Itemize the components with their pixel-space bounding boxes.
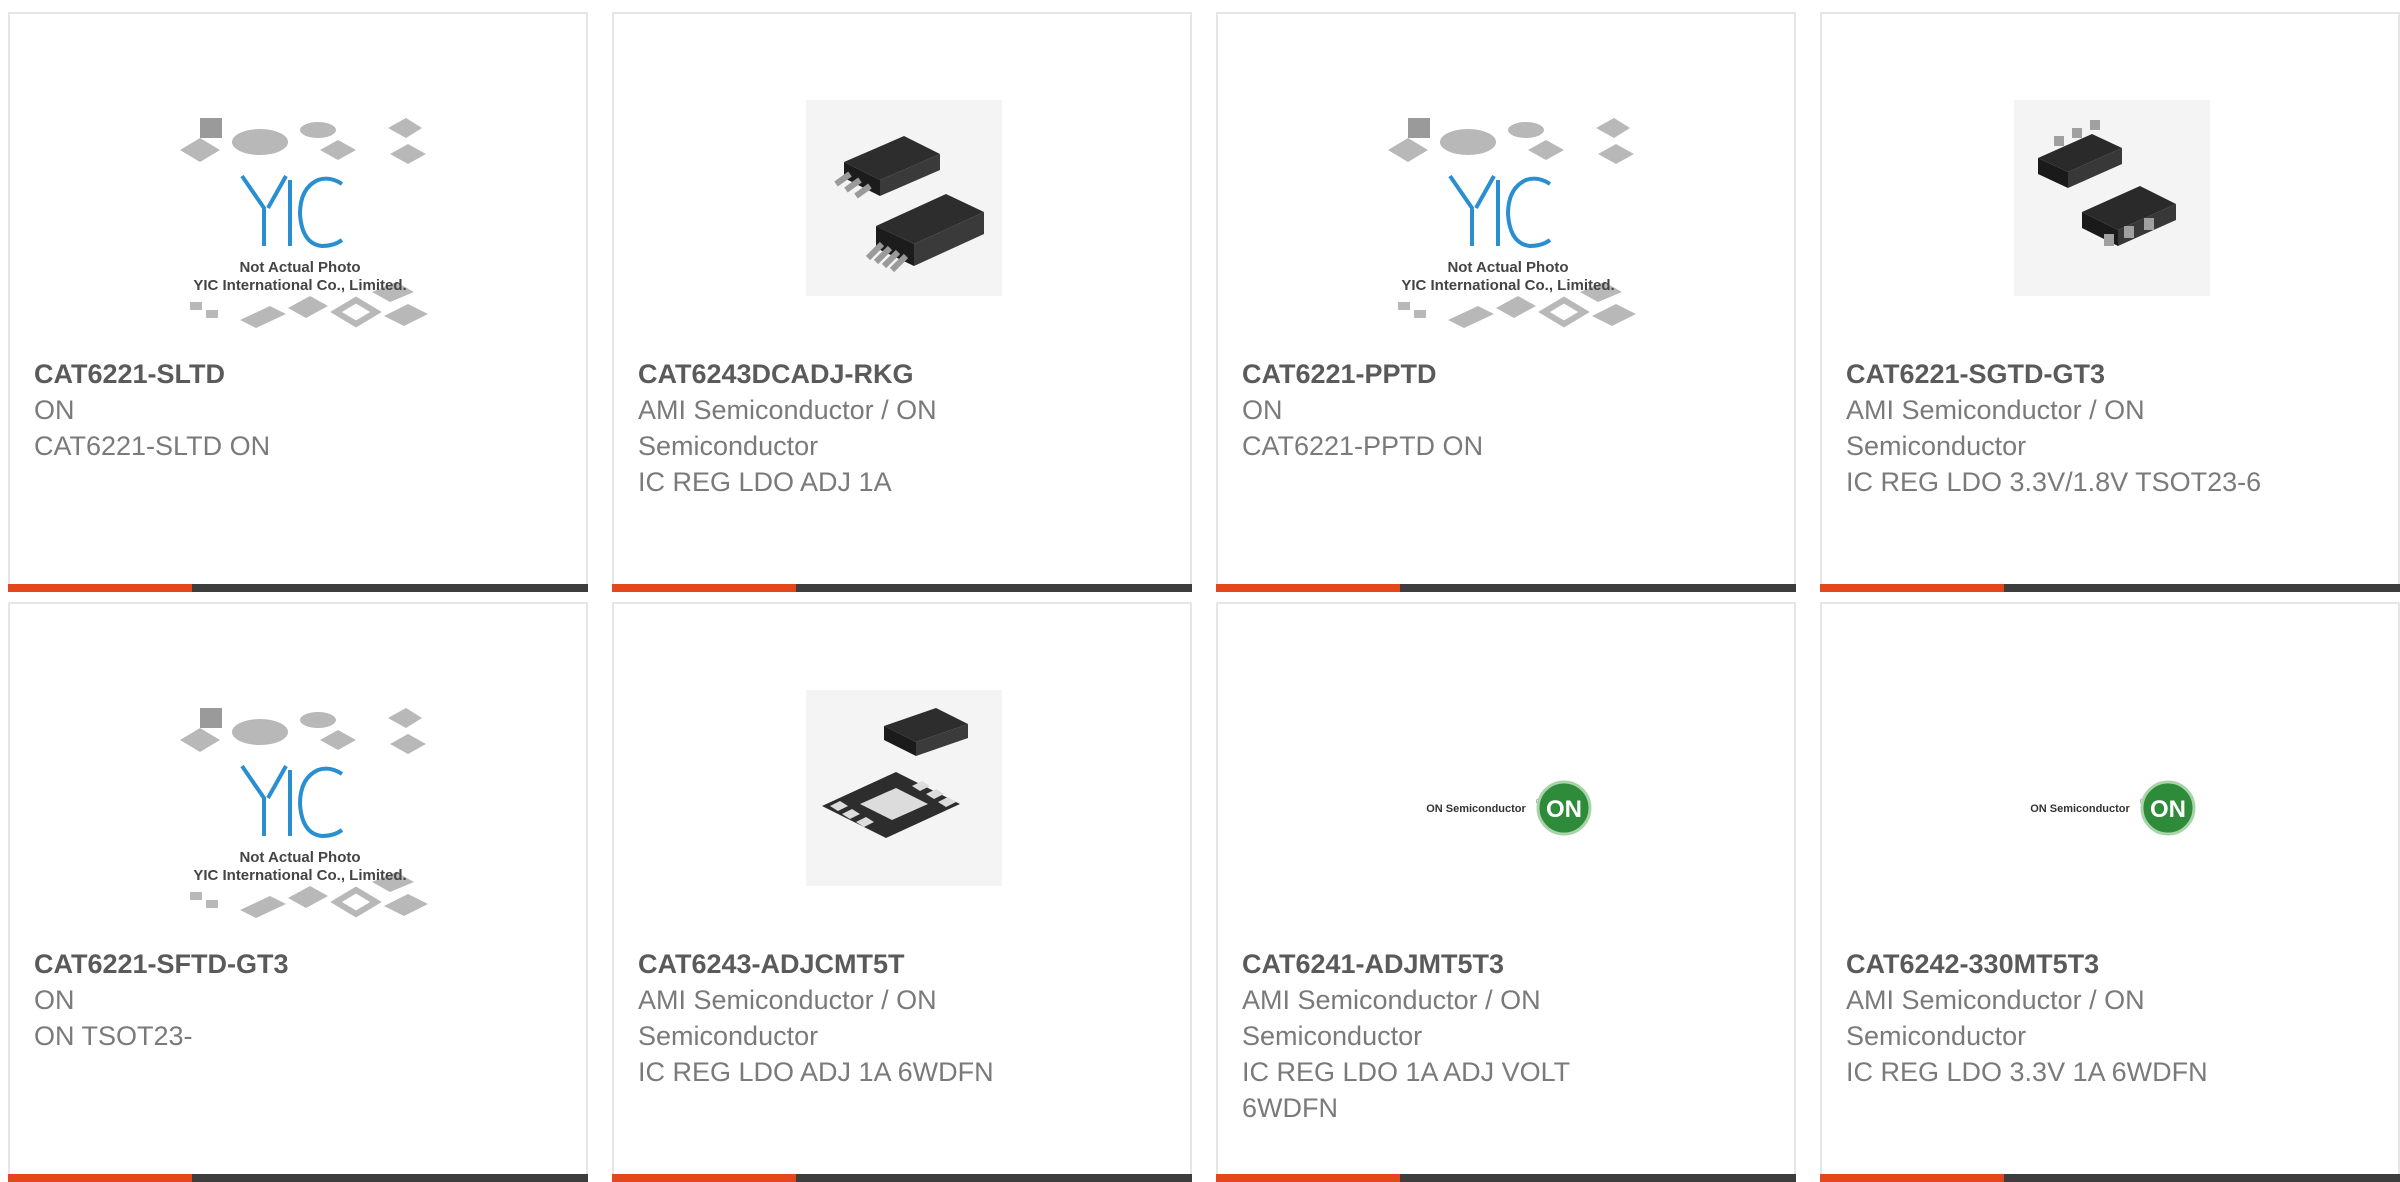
card-underline-accent [612, 1174, 796, 1182]
card-underline-accent [1216, 1174, 1400, 1182]
product-card[interactable]: Not Actual Photo YIC International Co., … [8, 602, 588, 1182]
svg-text:Not Actual Photo: Not Actual Photo [239, 849, 360, 866]
card-underline [1216, 584, 1796, 592]
card-underline-accent [1820, 1174, 2004, 1182]
svg-text:ON Semiconductor: ON Semiconductor [1426, 803, 1526, 815]
manufacturer: AMI Semiconductor / ON Semiconductor [1846, 985, 2145, 1051]
card-underline [8, 1174, 588, 1182]
product-image: Not Actual Photo YIC International Co., … [160, 686, 440, 946]
product-image: Not Actual Photo YIC International Co., … [160, 96, 440, 356]
part-number[interactable]: CAT6221-SGTD-GT3 [1846, 356, 2306, 392]
part-number[interactable]: CAT6243DCADJ-RKG [638, 356, 1098, 392]
card-underline [1820, 1174, 2400, 1182]
card-underline-accent [8, 584, 192, 592]
product-image [764, 96, 1044, 356]
card-underline [612, 1174, 1192, 1182]
manufacturer: AMI Semiconductor / ON Semiconductor [1846, 395, 2145, 461]
product-image [764, 686, 1044, 946]
card-underline-accent [1820, 584, 2004, 592]
svg-text:Not Actual Photo: Not Actual Photo [1447, 259, 1568, 276]
product-card[interactable]: Not Actual Photo YIC International Co., … [1216, 12, 1796, 592]
part-number[interactable]: CAT6241-ADJMT5T3 [1242, 946, 1702, 982]
manufacturer: ON [34, 395, 75, 425]
part-number[interactable]: CAT6221-PPTD [1242, 356, 1702, 392]
svg-text:YIC International Co., Limited: YIC International Co., Limited. [193, 867, 406, 884]
manufacturer: ON [1242, 395, 1283, 425]
manufacturer: AMI Semiconductor / ON Semiconductor [638, 395, 937, 461]
product-card[interactable]: CAT6243-ADJCMT5T AMI Semiconductor / ON … [612, 602, 1192, 1182]
description: ON TSOT23- [34, 1021, 193, 1051]
product-card[interactable]: ON Semiconductor ® ON CAT6241-ADJMT5T3 A… [1216, 602, 1796, 1182]
manufacturer: ON [34, 985, 75, 1015]
card-underline [1820, 584, 2400, 592]
product-image: ON Semiconductor ® ON [1972, 686, 2252, 946]
description: IC REG LDO ADJ 1A [638, 467, 892, 497]
description: IC REG LDO 1A ADJ VOLT 6WDFN [1242, 1057, 1570, 1123]
part-number[interactable]: CAT6221-SFTD-GT3 [34, 946, 494, 982]
svg-text:YIC International Co., Limited: YIC International Co., Limited. [193, 277, 406, 294]
product-card[interactable]: ON Semiconductor ® ON CAT6242-330MT5T3 A… [1820, 602, 2400, 1182]
product-image: ON Semiconductor ® ON [1368, 686, 1648, 946]
svg-text:ON: ON [2150, 796, 2186, 823]
manufacturer: AMI Semiconductor / ON Semiconductor [1242, 985, 1541, 1051]
svg-text:Not Actual Photo: Not Actual Photo [239, 259, 360, 276]
description: CAT6221-PPTD ON [1242, 431, 1484, 461]
manufacturer: AMI Semiconductor / ON Semiconductor [638, 985, 937, 1051]
card-underline-accent [8, 1174, 192, 1182]
product-image [1972, 96, 2252, 356]
product-image: Not Actual Photo YIC International Co., … [1368, 96, 1648, 356]
product-card[interactable]: Not Actual Photo YIC International Co., … [8, 12, 588, 592]
card-underline-accent [1216, 584, 1400, 592]
svg-text:ON Semiconductor: ON Semiconductor [2030, 803, 2130, 815]
part-number[interactable]: CAT6221-SLTD [34, 356, 494, 392]
product-grid: Not Actual Photo YIC International Co., … [0, 0, 2400, 1182]
description: IC REG LDO ADJ 1A 6WDFN [638, 1057, 994, 1087]
card-underline [612, 584, 1192, 592]
card-underline-accent [612, 584, 796, 592]
card-underline [1216, 1174, 1796, 1182]
description: IC REG LDO 3.3V 1A 6WDFN [1846, 1057, 2208, 1087]
svg-text:YIC International Co., Limited: YIC International Co., Limited. [1401, 277, 1614, 294]
description: IC REG LDO 3.3V/1.8V TSOT23-6 [1846, 467, 2262, 497]
part-number[interactable]: CAT6243-ADJCMT5T [638, 946, 1098, 982]
card-underline [8, 584, 588, 592]
product-card[interactable]: CAT6221-SGTD-GT3 AMI Semiconductor / ON … [1820, 12, 2400, 592]
product-card[interactable]: CAT6243DCADJ-RKG AMI Semiconductor / ON … [612, 12, 1192, 592]
description: CAT6221-SLTD ON [34, 431, 271, 461]
part-number[interactable]: CAT6242-330MT5T3 [1846, 946, 2306, 982]
svg-text:ON: ON [1546, 796, 1582, 823]
